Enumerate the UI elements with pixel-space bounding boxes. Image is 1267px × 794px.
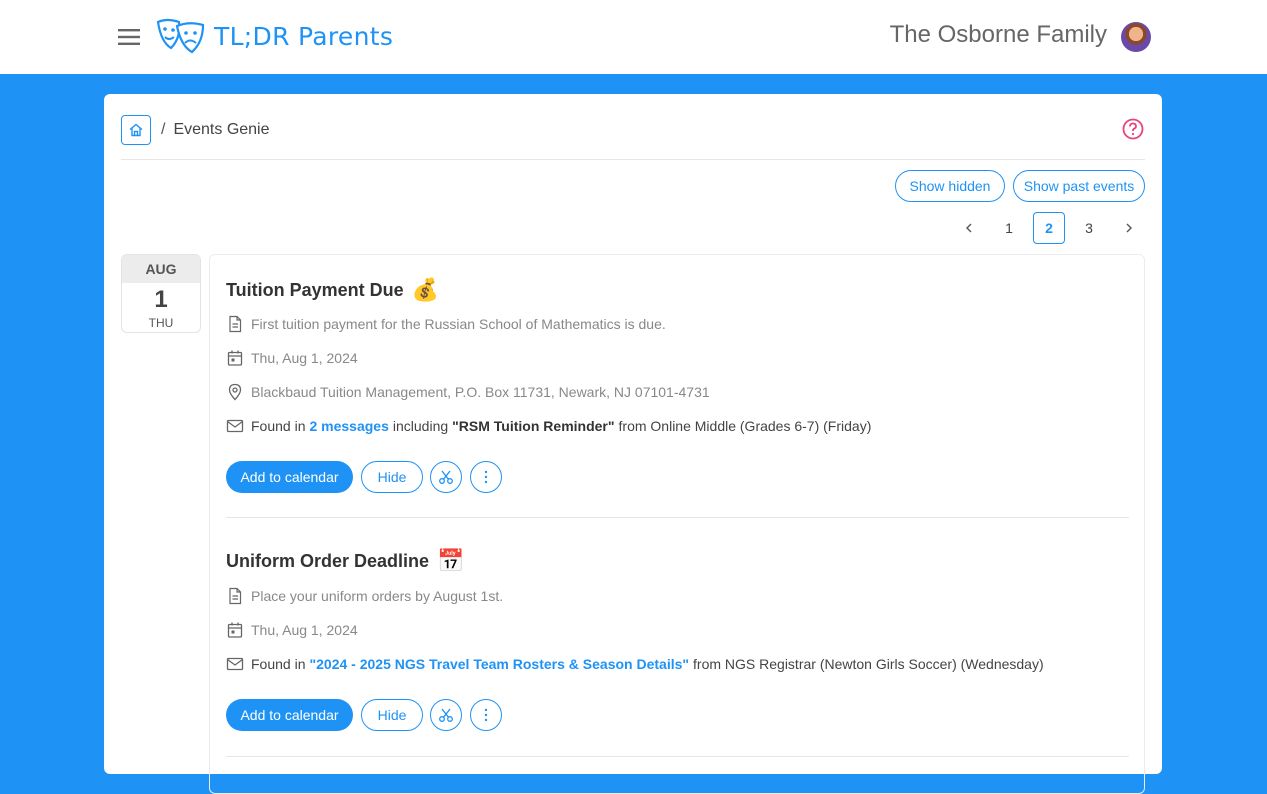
pagination-page-1[interactable]: 1 [993, 212, 1025, 244]
more-options-button[interactable] [470, 699, 502, 731]
location-pin-icon [228, 383, 242, 401]
main-card: / Events Genie Show hidden Show past eve… [104, 94, 1162, 794]
message-sender: from Online Middle (Grades 6-7) (Friday) [618, 418, 872, 434]
breadcrumb-separator: / [161, 121, 166, 138]
show-past-events-button[interactable]: Show past events [1013, 170, 1145, 202]
messages-link[interactable]: 2 messages [309, 418, 388, 434]
breadcrumb: / Events Genie [121, 115, 270, 145]
document-icon [229, 587, 242, 605]
document-icon [229, 315, 242, 333]
message-sender: from NGS Registrar (Newton Girls Soccer)… [693, 656, 1044, 672]
more-options-button[interactable] [470, 461, 502, 493]
hide-button[interactable]: Hide [361, 461, 423, 493]
including-label: including [392, 418, 449, 434]
family-name[interactable]: The Osborne Family [890, 21, 1107, 49]
pagination-next-button[interactable] [1113, 212, 1145, 244]
found-in-label: Found in [251, 418, 306, 434]
divider [121, 159, 1145, 160]
add-to-calendar-button[interactable]: Add to calendar [226, 699, 353, 731]
scissors-icon [439, 470, 453, 484]
event-title-text: Tuition Payment Due [226, 279, 404, 300]
message-subject: "RSM Tuition Reminder" [452, 418, 615, 434]
pagination-page-2[interactable]: 2 [1033, 212, 1065, 244]
top-bar: TL;DR Parents The Osborne Family [0, 0, 1267, 74]
calendar-icon [227, 622, 243, 638]
clip-button[interactable] [430, 461, 462, 493]
event-divider [226, 756, 1129, 757]
chevron-left-icon [966, 223, 972, 233]
found-in-label: Found in [251, 656, 306, 672]
calendar-emoji-icon: 📅 [437, 548, 465, 573]
event-description: First tuition payment for the Russian Sc… [251, 316, 666, 332]
message-link[interactable]: "2024 - 2025 NGS Travel Team Rosters & S… [309, 656, 689, 672]
home-button[interactable] [121, 115, 151, 145]
events-list: Tuition Payment Due 💰 First tuition paym… [209, 254, 1145, 794]
money-bag-icon: 💰 [411, 277, 440, 302]
scissors-icon [439, 708, 453, 722]
pagination-prev-button[interactable] [953, 212, 985, 244]
avatar[interactable] [1121, 22, 1151, 52]
event-title-text: Uniform Order Deadline [226, 550, 430, 571]
home-icon [129, 123, 143, 137]
date-month: AUG [122, 255, 200, 283]
event-date-row: Thu, Aug 1, 2024 [226, 349, 358, 367]
pagination-page-3[interactable]: 3 [1073, 212, 1105, 244]
event-description: Place your uniform orders by August 1st. [251, 588, 504, 604]
clip-button[interactable] [430, 699, 462, 731]
mail-icon [226, 657, 244, 671]
help-icon[interactable] [1122, 118, 1144, 140]
theater-masks-icon [156, 18, 205, 54]
app-name: TL;DR Parents [214, 21, 394, 51]
event-date: Thu, Aug 1, 2024 [251, 350, 358, 366]
breadcrumb-current: Events Genie [173, 121, 270, 138]
date-weekday: THU [148, 316, 174, 330]
chevron-right-icon [1126, 223, 1132, 233]
event-location: Blackbaud Tuition Management, P.O. Box 1… [251, 384, 710, 400]
hide-button[interactable]: Hide [361, 699, 423, 731]
event-title: Uniform Order Deadline 📅 [226, 548, 464, 574]
event-date-row: Thu, Aug 1, 2024 [226, 621, 358, 639]
event-divider [226, 517, 1129, 518]
event-description-row: First tuition payment for the Russian Sc… [226, 315, 666, 333]
event-title: Tuition Payment Due 💰 [226, 277, 439, 303]
app-logo[interactable]: TL;DR Parents [155, 16, 393, 56]
date-day: 1 [154, 286, 168, 313]
event-location-row: Blackbaud Tuition Management, P.O. Box 1… [226, 383, 710, 401]
show-hidden-button[interactable]: Show hidden [895, 170, 1005, 202]
event-date: Thu, Aug 1, 2024 [251, 622, 358, 638]
event-description-row: Place your uniform orders by August 1st. [226, 587, 503, 605]
mail-icon [226, 419, 244, 433]
hamburger-menu-icon[interactable] [117, 25, 141, 49]
date-badge: AUG 1 THU [121, 254, 201, 333]
event-source-row: Found in "2024 - 2025 NGS Travel Team Ro… [226, 655, 1044, 673]
more-vertical-icon [484, 470, 488, 484]
event-source-row: Found in 2 messages including "RSM Tuiti… [226, 417, 871, 435]
more-vertical-icon [484, 708, 488, 722]
add-to-calendar-button[interactable]: Add to calendar [226, 461, 353, 493]
calendar-icon [227, 350, 243, 366]
